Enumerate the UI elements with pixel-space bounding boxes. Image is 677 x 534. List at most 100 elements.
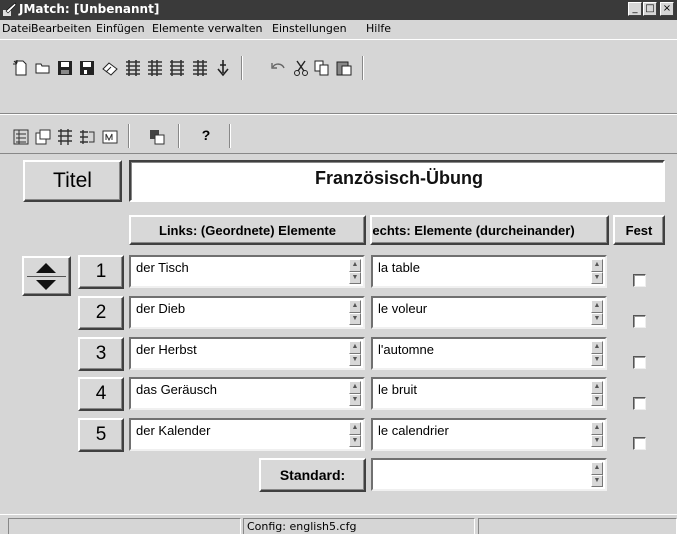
spin-down-icon[interactable]: ▼ [591,353,603,366]
left-item-input[interactable]: der Herbst ▲ ▼ [129,337,365,370]
default-button[interactable]: Standard: [259,458,366,492]
spin-up-icon[interactable]: ▲ [591,300,603,313]
menu-einfuegen[interactable]: Einfügen [96,22,145,35]
spin-up-icon[interactable]: ▲ [349,300,361,313]
cut-icon[interactable] [292,59,310,77]
left-item-value: der Tisch [136,260,189,275]
save-icon[interactable] [56,59,74,77]
spin-up-icon[interactable]: ▲ [591,422,603,435]
fixed-column-header[interactable]: Fest [613,215,665,245]
spin-up-icon[interactable]: ▲ [591,381,603,394]
undo-icon[interactable] [269,59,287,77]
minimize-button[interactable]: _ [628,2,642,16]
paste-icon[interactable] [335,59,353,77]
format-icon[interactable] [101,128,119,146]
right-item-input[interactable]: le bruit ▲ ▼ [371,377,607,410]
config-icon-1[interactable] [12,128,30,146]
down-arrow-icon[interactable] [214,59,232,77]
spin-down-icon[interactable]: ▼ [591,393,603,406]
save-as-icon[interactable] [78,59,96,77]
mask-icon[interactable] [148,128,166,146]
row-number-button[interactable]: 2 [78,296,124,330]
left-item-spinner[interactable]: ▲ ▼ [349,422,361,447]
fixed-checkbox[interactable] [633,437,646,450]
right-item-spinner[interactable]: ▲ ▼ [591,341,603,366]
menu-einstellungen[interactable]: Einstellungen [272,22,347,35]
left-column-header[interactable]: Links: (Geordnete) Elemente [129,215,366,245]
fixed-checkbox[interactable] [633,315,646,328]
right-item-input[interactable]: le voleur ▲ ▼ [371,296,607,329]
right-item-value: l'automne [378,342,434,357]
spin-up-icon[interactable]: ▲ [591,341,603,354]
row-number-button[interactable]: 3 [78,337,124,371]
export-web-icon-2[interactable] [146,59,164,77]
row-number-button[interactable]: 1 [78,255,124,289]
fixed-checkbox[interactable] [633,274,646,287]
export-web-icon-1[interactable] [124,59,142,77]
right-item-value: le bruit [378,382,418,397]
right-column-header[interactable]: Rechts: Elemente (durcheinander) [370,215,609,245]
scroll-up-icon[interactable] [33,260,59,275]
left-item-spinner[interactable]: ▲ ▼ [349,381,361,406]
spin-up-icon[interactable]: ▲ [591,259,603,272]
config-icon-2[interactable] [34,128,52,146]
help-icon[interactable]: ? [197,127,215,145]
clear-icon[interactable] [101,59,119,77]
spin-up-icon[interactable]: ▲ [349,381,361,394]
spin-up-icon[interactable]: ▲ [591,462,603,475]
spin-down-icon[interactable]: ▼ [591,312,603,325]
fixed-checkbox[interactable] [633,356,646,369]
spin-down-icon[interactable]: ▼ [349,271,361,284]
left-item-spinner[interactable]: ▲ ▼ [349,300,361,325]
right-item-input[interactable]: la table ▲ ▼ [371,255,607,288]
spin-down-icon[interactable]: ▼ [349,393,361,406]
right-item-spinner[interactable]: ▲ ▼ [591,422,603,447]
config-icon-3[interactable] [56,128,74,146]
right-item-spinner[interactable]: ▲ ▼ [591,300,603,325]
left-item-spinner[interactable]: ▲ ▼ [349,341,361,366]
jmatch-app-icon [3,2,17,16]
copy-icon[interactable] [313,59,331,77]
spin-up-icon[interactable]: ▲ [349,422,361,435]
row-number-button[interactable]: 5 [78,418,124,452]
left-item-input[interactable]: der Kalender ▲ ▼ [129,418,365,451]
right-item-spinner[interactable]: ▲ ▼ [591,259,603,284]
menu-hilfe[interactable]: Hilfe [366,22,391,35]
export-web-icon-3[interactable] [168,59,186,77]
title-input[interactable]: Französisch-Übung [129,160,665,202]
open-folder-icon[interactable] [34,59,52,77]
right-item-spinner[interactable]: ▲ ▼ [591,381,603,406]
left-item-value: der Herbst [136,342,197,357]
menu-datei[interactable]: Datei [2,22,31,35]
menu-bearbeiten[interactable]: Bearbeiten [31,22,91,35]
spin-down-icon[interactable]: ▼ [349,353,361,366]
left-item-input[interactable]: der Dieb ▲ ▼ [129,296,365,329]
toolbar-separator [178,124,180,148]
spin-down-icon[interactable]: ▼ [349,434,361,447]
default-input[interactable]: ▲ ▼ [371,458,607,491]
spin-up-icon[interactable]: ▲ [349,341,361,354]
spin-down-icon[interactable]: ▼ [349,312,361,325]
menu-elemente-verwalten[interactable]: Elemente verwalten [152,22,262,35]
left-item-input[interactable]: das Geräusch ▲ ▼ [129,377,365,410]
default-spinner[interactable]: ▲ ▼ [591,462,603,487]
export-web-icon-4[interactable] [191,59,209,77]
spin-up-icon[interactable]: ▲ [349,259,361,272]
spin-down-icon[interactable]: ▼ [591,271,603,284]
scroll-down-icon[interactable] [33,278,59,293]
spin-down-icon[interactable]: ▼ [591,474,603,487]
new-file-icon[interactable] [12,59,30,77]
right-column-header-label: Rechts: Elemente (durcheinander) [370,222,575,238]
fixed-checkbox[interactable] [633,397,646,410]
title-bar[interactable]: JMatch: [Unbenannt] _ □ × [0,0,677,20]
spin-down-icon[interactable]: ▼ [591,434,603,447]
right-item-input[interactable]: l'automne ▲ ▼ [371,337,607,370]
close-button[interactable]: × [660,2,674,16]
config-icon-4[interactable] [78,128,96,146]
left-item-spinner[interactable]: ▲ ▼ [349,259,361,284]
row-number-button[interactable]: 4 [78,377,124,411]
right-item-input[interactable]: le calendrier ▲ ▼ [371,418,607,451]
maximize-button[interactable]: □ [643,2,657,16]
title-label-button[interactable]: Titel [23,160,122,202]
left-item-input[interactable]: der Tisch ▲ ▼ [129,255,365,288]
